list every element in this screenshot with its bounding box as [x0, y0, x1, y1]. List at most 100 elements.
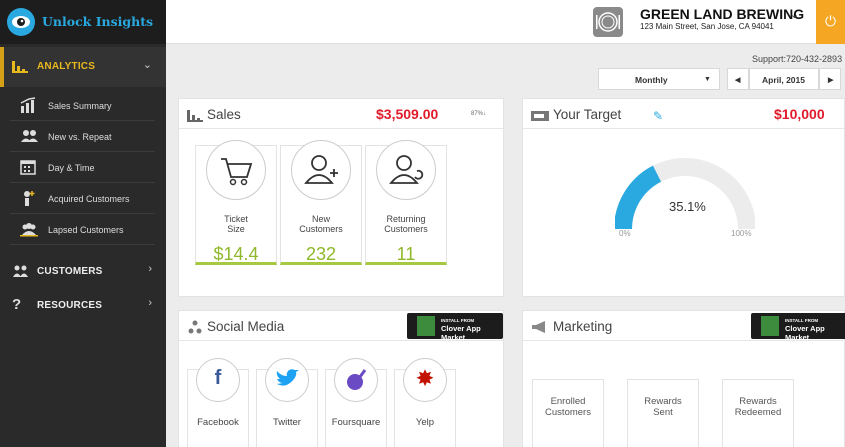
- sales-card: Sales $3,509.00 87%↓ Ticket Size $14.4 N…: [178, 98, 504, 297]
- clover-install-button[interactable]: INSTALL FROM Clover App Market: [407, 313, 503, 342]
- clover-icon: [417, 316, 435, 336]
- gauge-fill-arc: [615, 165, 662, 230]
- metric-ticket-size[interactable]: Ticket Size $14.4: [195, 140, 277, 265]
- chevron-right-icon: ›: [148, 297, 152, 309]
- sidebar-section-label: CUSTOMERS: [37, 266, 103, 277]
- chevron-down-icon[interactable]: ⌄: [790, 8, 799, 21]
- card-title: Sales: [207, 107, 241, 122]
- marketing-enrolled-customers[interactable]: Enrolled Customers: [532, 379, 604, 447]
- period-select[interactable]: Monthly ▼: [598, 68, 720, 90]
- chevron-right-icon: ›: [148, 263, 152, 275]
- metric-label: Ticket Size: [224, 214, 248, 234]
- chevron-down-icon: ⌄: [142, 59, 152, 71]
- target-icon: [531, 108, 549, 127]
- social-label: Facebook: [197, 417, 239, 428]
- date-value: April, 2015: [762, 75, 805, 85]
- social-label: Yelp: [415, 417, 435, 428]
- gauge-percent: 35.1%: [669, 199, 706, 214]
- sidebar-section-analytics[interactable]: ANALYTICS ⌄: [0, 47, 166, 87]
- social-facebook[interactable]: f Facebook: [187, 358, 249, 447]
- clover-line2: Clover App Market: [785, 324, 825, 342]
- foursquare-icon: [334, 358, 378, 402]
- calendar-icon: [20, 159, 36, 180]
- bar-chart-icon: [12, 59, 28, 78]
- marketing-rewards-sent[interactable]: Rewards Sent: [627, 379, 699, 447]
- megaphone-icon: [531, 320, 549, 339]
- sidebar: Unlock Insights ANALYTICS ⌄ Sales Summar…: [0, 0, 166, 447]
- social-twitter[interactable]: Twitter: [256, 358, 318, 447]
- twitter-icon: [265, 358, 309, 402]
- power-icon: ⏻: [825, 13, 837, 29]
- gauge-min-label: 0%: [619, 229, 631, 238]
- social-label: Twitter: [273, 417, 301, 428]
- business-address: 123 Main Street, San Jose, CA 94041: [640, 22, 774, 31]
- clover-line1: INSTALL FROM: [441, 318, 475, 323]
- metric-returning-customers[interactable]: Returning Customers 11: [365, 140, 447, 265]
- user-add-icon: [20, 190, 36, 211]
- metric-label: Returning Customers: [384, 214, 428, 234]
- sidebar-item-day-time[interactable]: Day & Time: [10, 152, 155, 183]
- sales-chart-icon: [20, 97, 38, 118]
- sidebar-item-lapsed-customers[interactable]: Lapsed Customers: [10, 214, 155, 245]
- caret-down-icon: ▼: [704, 76, 711, 83]
- caret-left-icon: ◀: [735, 77, 741, 84]
- user-return-icon: [376, 140, 436, 200]
- user-plus-icon: [291, 140, 351, 200]
- caret-right-icon: ▶: [828, 77, 834, 84]
- brand-name: Unlock Insights: [42, 14, 154, 29]
- marketing-card: Marketing INSTALL FROM Clover App Market…: [522, 310, 845, 447]
- sales-amount: $3,509.00: [376, 106, 439, 122]
- eye-logo-icon: [7, 8, 35, 36]
- sales-change: 87%↓: [471, 111, 487, 117]
- sidebar-item-label: Acquired Customers: [48, 194, 130, 204]
- clover-line1: INSTALL FROM: [785, 318, 819, 323]
- sidebar-section-resources[interactable]: ? RESOURCES ›: [0, 286, 166, 326]
- support-phone: Support:720-432-2893: [752, 54, 843, 64]
- metric-new-customers[interactable]: New Customers 232: [280, 140, 362, 265]
- customers-icon: [12, 264, 30, 283]
- gauge-max-label: 100%: [731, 229, 752, 238]
- sidebar-item-label: Day & Time: [48, 163, 95, 173]
- sidebar-item-acquired-customers[interactable]: Acquired Customers: [10, 183, 155, 214]
- sidebar-item-label: Sales Summary: [48, 101, 112, 111]
- business-name[interactable]: GREEN LAND BREWING: [640, 6, 804, 22]
- prev-month-button[interactable]: ◀: [727, 68, 749, 90]
- social-yelp[interactable]: ✸ Yelp: [394, 358, 456, 447]
- social-label: Foursquare: [331, 417, 381, 428]
- metric-value: 232: [305, 244, 337, 264]
- sidebar-item-label: Lapsed Customers: [48, 225, 124, 235]
- brand-header[interactable]: Unlock Insights: [0, 0, 166, 44]
- metric-label: New Customers: [299, 214, 343, 234]
- next-month-button[interactable]: ▶: [819, 68, 841, 90]
- target-card: Your Target ✎ $10,000 35.1% 0% 100%: [522, 98, 845, 297]
- edit-pencil-icon[interactable]: ✎: [653, 109, 663, 123]
- period-value: Monthly: [635, 75, 668, 85]
- share-icon: [187, 320, 203, 339]
- marketing-rewards-redeemed[interactable]: Rewards Redeemed: [722, 379, 794, 447]
- target-amount: $10,000: [774, 106, 825, 122]
- metric-value: $14.4: [213, 244, 259, 264]
- group-icon: [20, 221, 38, 242]
- bar-chart-icon: [187, 108, 203, 127]
- clover-line2: Clover App Market: [441, 324, 481, 342]
- facebook-icon: f: [196, 358, 240, 402]
- sidebar-item-label: New vs. Repeat: [48, 132, 112, 142]
- power-button[interactable]: ⏻: [816, 0, 845, 44]
- sidebar-item-sales-summary[interactable]: Sales Summary: [10, 90, 155, 121]
- social-media-card: Social Media INSTALL FROM Clover App Mar…: [178, 310, 504, 447]
- target-gauge: [615, 158, 755, 230]
- top-bar: GREEN LAND BREWING ⌄ 123 Main Street, Sa…: [166, 0, 845, 44]
- card-title: Marketing: [553, 319, 613, 334]
- clover-install-button[interactable]: INSTALL FROM Clover App Market: [751, 313, 845, 342]
- cart-icon: [206, 140, 266, 200]
- sidebar-section-label: ANALYTICS: [37, 61, 96, 72]
- question-icon: ?: [12, 296, 22, 313]
- sidebar-item-new-vs-repeat[interactable]: New vs. Repeat: [10, 121, 155, 152]
- social-foursquare[interactable]: Foursquare: [325, 358, 387, 447]
- yelp-icon: ✸: [403, 358, 447, 402]
- plate-icon: [593, 7, 623, 37]
- users-swap-icon: [20, 128, 38, 149]
- date-display: April, 2015: [749, 68, 819, 90]
- sidebar-section-label: RESOURCES: [37, 300, 103, 311]
- metric-value: 11: [396, 244, 416, 264]
